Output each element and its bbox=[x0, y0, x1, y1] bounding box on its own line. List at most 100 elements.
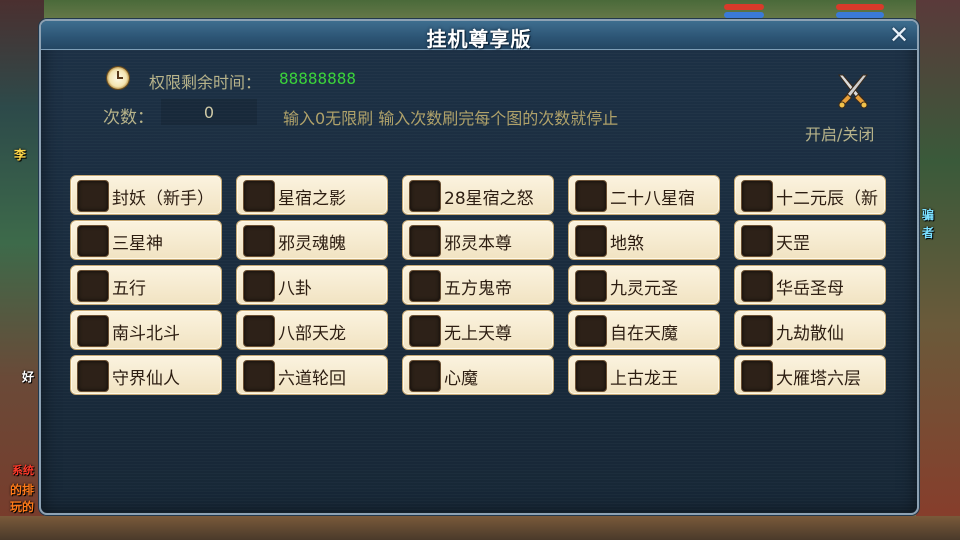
game-scene-right bbox=[916, 0, 960, 540]
player-hp-bar bbox=[724, 4, 764, 10]
map-option[interactable]: 南斗北斗 bbox=[70, 310, 222, 350]
side-label-left-5: 玩的 bbox=[10, 500, 35, 514]
time-remaining-value: 88888888 bbox=[279, 69, 357, 88]
map-option[interactable]: 封妖（新手） bbox=[70, 175, 222, 215]
map-option[interactable]: 八卦 bbox=[236, 265, 388, 305]
map-option-label: 无上天尊 bbox=[444, 324, 512, 344]
map-option-checkbox[interactable] bbox=[741, 180, 773, 212]
side-label-right-1: 骗 bbox=[922, 208, 935, 222]
map-option-label: 封妖（新手） bbox=[112, 189, 214, 209]
map-option-label: 地煞 bbox=[610, 234, 644, 254]
toggle-label[interactable]: 开启/关闭 bbox=[805, 121, 874, 145]
map-option[interactable]: 守界仙人 bbox=[70, 355, 222, 395]
side-label-left-4: 的排 bbox=[10, 483, 35, 497]
map-option[interactable]: 九灵元圣 bbox=[568, 265, 720, 305]
map-option-label: 八部天龙 bbox=[278, 324, 346, 344]
map-option-checkbox[interactable] bbox=[409, 270, 441, 302]
map-option-checkbox[interactable] bbox=[575, 360, 607, 392]
auto-battle-dialog: 挂机尊享版 ✕ 权限剩余时间： 88888888 次数： 输入0无限刷 输入次数… bbox=[39, 19, 919, 515]
map-option-checkbox[interactable] bbox=[243, 360, 275, 392]
map-option[interactable]: 三星神 bbox=[70, 220, 222, 260]
map-option-checkbox[interactable] bbox=[409, 315, 441, 347]
map-option-checkbox[interactable] bbox=[243, 270, 275, 302]
map-option-checkbox[interactable] bbox=[409, 225, 441, 257]
map-option-label: 六道轮回 bbox=[278, 369, 346, 389]
map-option-label: 五行 bbox=[112, 279, 146, 299]
pet-hp-bar bbox=[836, 4, 884, 10]
time-remaining-label: 权限剩余时间： bbox=[149, 73, 262, 92]
map-option[interactable]: 邪灵魂魄 bbox=[236, 220, 388, 260]
map-option[interactable]: 五行 bbox=[70, 265, 222, 305]
game-scene-bottom bbox=[0, 516, 960, 540]
map-option-checkbox[interactable] bbox=[409, 180, 441, 212]
map-option-label: 九劫散仙 bbox=[776, 324, 844, 344]
dialog-title: 挂机尊享版 bbox=[426, 27, 532, 51]
map-option[interactable]: 六道轮回 bbox=[236, 355, 388, 395]
map-option-label: 邪灵魂魄 bbox=[278, 234, 346, 254]
map-option[interactable]: 二十八星宿 bbox=[568, 175, 720, 215]
map-option-label: 九灵元圣 bbox=[610, 279, 678, 299]
map-option-checkbox[interactable] bbox=[243, 225, 275, 257]
map-option[interactable]: 地煞 bbox=[568, 220, 720, 260]
map-option[interactable]: 星宿之影 bbox=[236, 175, 388, 215]
map-option-checkbox[interactable] bbox=[575, 180, 607, 212]
pet-mp-bar bbox=[836, 12, 884, 18]
map-option-label: 自在天魔 bbox=[610, 324, 678, 344]
map-option[interactable]: 上古龙王 bbox=[568, 355, 720, 395]
map-option-label: 二十八星宿 bbox=[610, 189, 695, 209]
map-option-checkbox[interactable] bbox=[409, 360, 441, 392]
map-option-checkbox[interactable] bbox=[243, 315, 275, 347]
map-option[interactable]: 心魔 bbox=[402, 355, 554, 395]
map-option[interactable]: 八部天龙 bbox=[236, 310, 388, 350]
map-option-label: 八卦 bbox=[278, 279, 312, 299]
map-option-checkbox[interactable] bbox=[741, 270, 773, 302]
map-option[interactable]: 自在天魔 bbox=[568, 310, 720, 350]
player-mp-bar bbox=[724, 12, 764, 18]
game-scene-left bbox=[0, 0, 44, 540]
map-option[interactable]: 天罡 bbox=[734, 220, 886, 260]
side-label-right-2: 者 bbox=[922, 226, 935, 240]
map-option-checkbox[interactable] bbox=[77, 180, 109, 212]
map-option-checkbox[interactable] bbox=[575, 270, 607, 302]
count-input[interactable] bbox=[161, 99, 257, 125]
map-option-checkbox[interactable] bbox=[77, 315, 109, 347]
side-label-left-2: 好 bbox=[22, 370, 35, 384]
map-option[interactable]: 邪灵本尊 bbox=[402, 220, 554, 260]
side-label-left-1: 李 bbox=[14, 148, 27, 162]
count-label: 次数： bbox=[103, 108, 154, 128]
map-option-label: 三星神 bbox=[112, 234, 163, 254]
count-hint: 输入0无限刷 输入次数刷完每个图的次数就停止 bbox=[283, 109, 619, 128]
map-option-checkbox[interactable] bbox=[575, 315, 607, 347]
map-option-label: 天罡 bbox=[776, 234, 810, 254]
map-selection-grid: 封妖（新手） 星宿之影 28星宿之怒 二十八星宿 十二元辰（新三星神 邪灵魂魄 邪灵本尊 地煞… bbox=[70, 175, 890, 397]
side-label-left-3: 系统 bbox=[12, 464, 34, 477]
map-option-checkbox[interactable] bbox=[741, 360, 773, 392]
map-option[interactable]: 大雁塔六层 bbox=[734, 355, 886, 395]
map-option[interactable]: 28星宿之怒 bbox=[402, 175, 554, 215]
dialog-title-bar: 挂机尊享版 ✕ bbox=[41, 21, 917, 51]
map-option-label: 邪灵本尊 bbox=[444, 234, 512, 254]
map-option-label: 南斗北斗 bbox=[112, 324, 180, 344]
map-option-checkbox[interactable] bbox=[741, 315, 773, 347]
map-option[interactable]: 无上天尊 bbox=[402, 310, 554, 350]
map-option-checkbox[interactable] bbox=[243, 180, 275, 212]
map-option-checkbox[interactable] bbox=[77, 225, 109, 257]
map-option-checkbox[interactable] bbox=[77, 360, 109, 392]
map-option-label: 五方鬼帝 bbox=[444, 279, 512, 299]
map-option[interactable]: 五方鬼帝 bbox=[402, 265, 554, 305]
map-option-checkbox[interactable] bbox=[575, 225, 607, 257]
clock-icon bbox=[107, 67, 129, 89]
map-option-label: 心魔 bbox=[444, 369, 478, 389]
map-option[interactable]: 华岳圣母 bbox=[734, 265, 886, 305]
close-button[interactable]: ✕ bbox=[887, 23, 911, 47]
map-option-label: 大雁塔六层 bbox=[776, 369, 861, 389]
map-option-label: 华岳圣母 bbox=[776, 279, 844, 299]
map-option-label: 上古龙王 bbox=[610, 369, 678, 389]
map-option[interactable]: 九劫散仙 bbox=[734, 310, 886, 350]
map-option-label: 十二元辰（新 bbox=[776, 189, 878, 209]
map-option[interactable]: 十二元辰（新 bbox=[734, 175, 886, 215]
map-option-checkbox[interactable] bbox=[741, 225, 773, 257]
crossed-swords-icon[interactable] bbox=[833, 71, 873, 111]
map-option-checkbox[interactable] bbox=[77, 270, 109, 302]
map-option-label: 星宿之影 bbox=[278, 189, 346, 209]
